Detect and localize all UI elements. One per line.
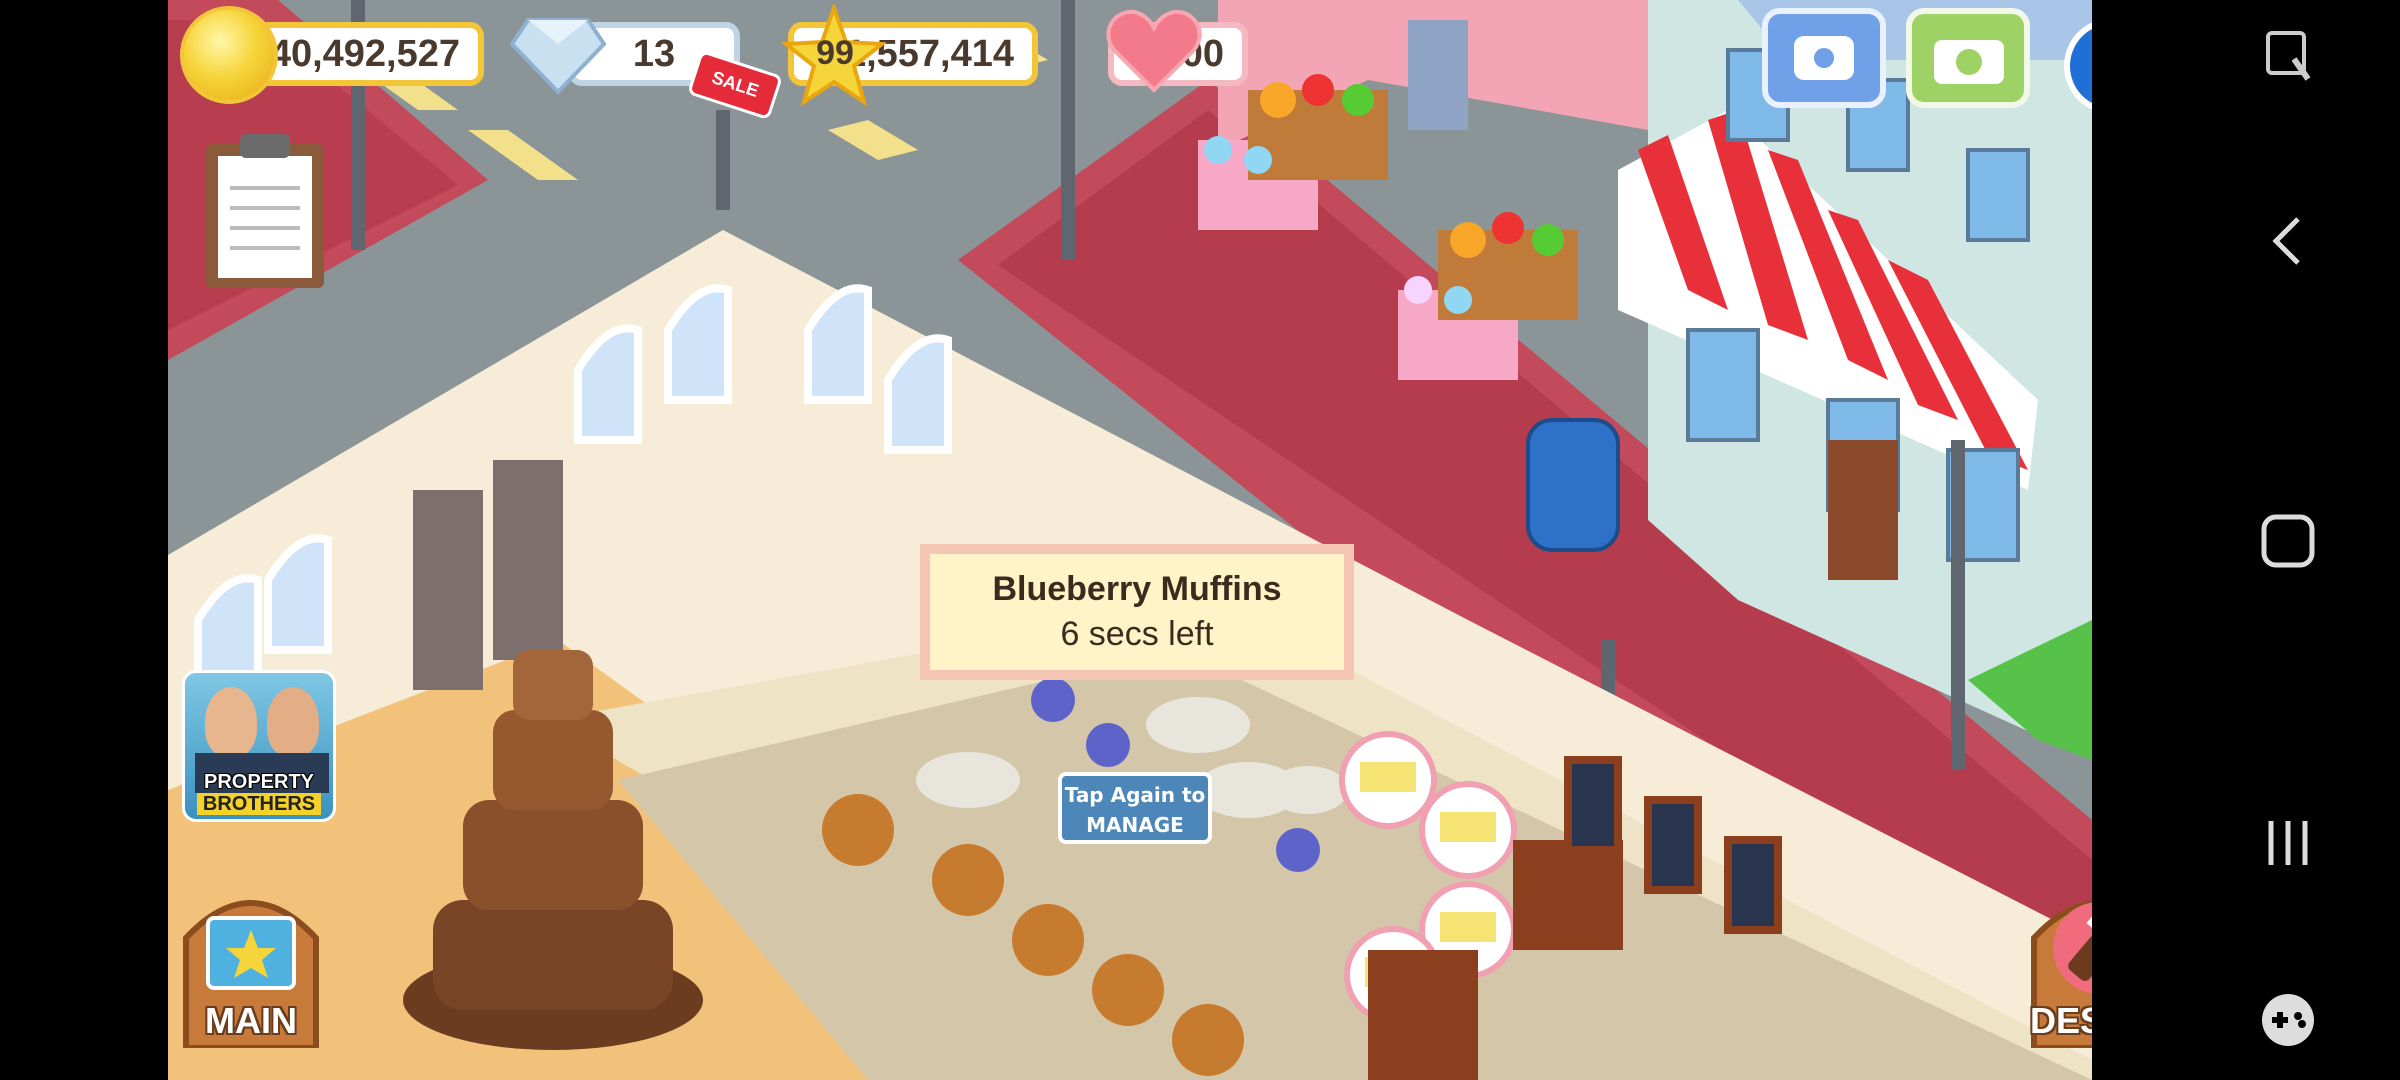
main-button-label: MAIN bbox=[205, 1000, 297, 1041]
camera-icon bbox=[1934, 40, 2004, 84]
home-button[interactable] bbox=[2176, 506, 2400, 576]
home-icon bbox=[2261, 514, 2315, 568]
manage-hint-line2: MANAGE bbox=[1086, 813, 1184, 837]
level-number: 99 bbox=[816, 34, 854, 72]
recent-apps-icon bbox=[2268, 821, 2308, 865]
system-navigation-bar bbox=[2176, 0, 2400, 1080]
design-button[interactable]: DESIGN bbox=[2024, 878, 2092, 1051]
clipboard-icon[interactable] bbox=[200, 128, 330, 292]
avatar bbox=[205, 687, 257, 757]
tooltip-time-left: 6 secs left bbox=[1060, 615, 1214, 653]
manage-hint-line1: Tap Again to bbox=[1064, 783, 1206, 807]
game-viewport[interactable]: 40,492,527 13 SALE 1,557,414 99 100 bbox=[168, 0, 2092, 1080]
recent-apps-button[interactable] bbox=[2176, 808, 2400, 878]
game-launcher-button[interactable] bbox=[2176, 985, 2400, 1055]
restaurant-scene[interactable] bbox=[168, 0, 2092, 1080]
camera-button[interactable] bbox=[1906, 8, 2030, 108]
design-button-label: DESIGN bbox=[2029, 1000, 2092, 1041]
back-icon bbox=[2272, 217, 2300, 265]
game-tools-icon bbox=[2266, 31, 2311, 81]
phone-icon bbox=[1794, 36, 1854, 80]
production-tooltip[interactable]: Blueberry Muffins 6 secs left bbox=[920, 544, 1354, 680]
sale-label: SALE bbox=[709, 67, 762, 101]
promo-label: PROPERTY BROTHERS bbox=[185, 771, 333, 815]
promo-line2: BROTHERS bbox=[196, 793, 322, 815]
property-brothers-promo[interactable]: PROPERTY BROTHERS bbox=[182, 670, 336, 822]
gamepad-icon bbox=[2262, 994, 2314, 1046]
coin-counter[interactable]: 40,492,527 bbox=[254, 22, 484, 86]
back-button[interactable] bbox=[2176, 206, 2400, 276]
tap-to-manage-hint[interactable]: Tap Again to MANAGE bbox=[1058, 772, 1212, 844]
account-icon bbox=[2070, 24, 2092, 108]
game-tools-button[interactable] bbox=[2176, 22, 2400, 92]
gem-icon bbox=[509, 18, 607, 95]
avatar bbox=[267, 687, 319, 757]
coin-amount: 40,492,527 bbox=[269, 32, 460, 75]
promo-line1: PROPERTY bbox=[203, 771, 315, 793]
coin-icon bbox=[180, 6, 278, 104]
heart-icon bbox=[1106, 9, 1202, 93]
gem-amount: 13 bbox=[632, 32, 676, 75]
tooltip-title: Blueberry Muffins bbox=[992, 570, 1282, 608]
phone-button[interactable] bbox=[1762, 8, 1886, 108]
main-menu-button[interactable]: MAIN bbox=[176, 878, 326, 1051]
